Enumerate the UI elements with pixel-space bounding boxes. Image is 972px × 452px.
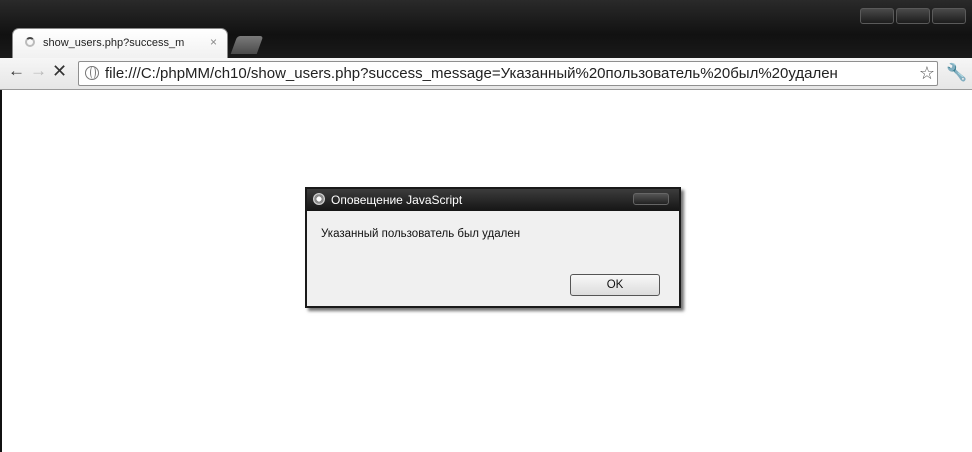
forward-arrow-icon[interactable]: →	[30, 61, 47, 81]
browser-toolbar: ← → ✕ file:///C:/phpMM/ch10/show_users.p…	[0, 58, 972, 90]
javascript-alert-dialog: Оповещение JavaScript Указанный пользова…	[305, 187, 681, 308]
close-window-button[interactable]	[932, 8, 966, 24]
loading-spinner-icon	[25, 37, 35, 47]
address-url[interactable]: file:///C:/phpMM/ch10/show_users.php?suc…	[105, 65, 905, 82]
browser-titlebar: show_users.php?success_m ×	[0, 0, 972, 58]
dialog-message: Указанный пользователь был удален	[321, 228, 521, 240]
dialog-titlebar: Оповещение JavaScript	[307, 189, 679, 211]
chrome-logo-icon	[313, 193, 325, 205]
window-left-border	[0, 90, 2, 452]
minimize-button[interactable]	[860, 8, 894, 24]
browser-tab[interactable]: show_users.php?success_m ×	[12, 28, 228, 58]
maximize-button[interactable]	[896, 8, 930, 24]
tab-title: show_users.php?success_m	[43, 37, 185, 49]
address-bar[interactable]: file:///C:/phpMM/ch10/show_users.php?suc…	[78, 61, 938, 86]
new-tab-button[interactable]	[230, 36, 264, 54]
dialog-title: Оповещение JavaScript	[331, 193, 463, 207]
ok-button[interactable]: OK	[570, 274, 660, 296]
window-controls	[860, 8, 966, 24]
star-icon[interactable]: ☆	[919, 63, 935, 84]
back-arrow-icon[interactable]: ←	[8, 61, 25, 81]
globe-icon	[85, 66, 99, 80]
tab-close-icon[interactable]: ×	[210, 35, 217, 49]
dialog-close-button[interactable]	[633, 193, 669, 205]
wrench-icon[interactable]: 🔧	[946, 63, 967, 83]
stop-icon[interactable]: ✕	[52, 61, 67, 82]
